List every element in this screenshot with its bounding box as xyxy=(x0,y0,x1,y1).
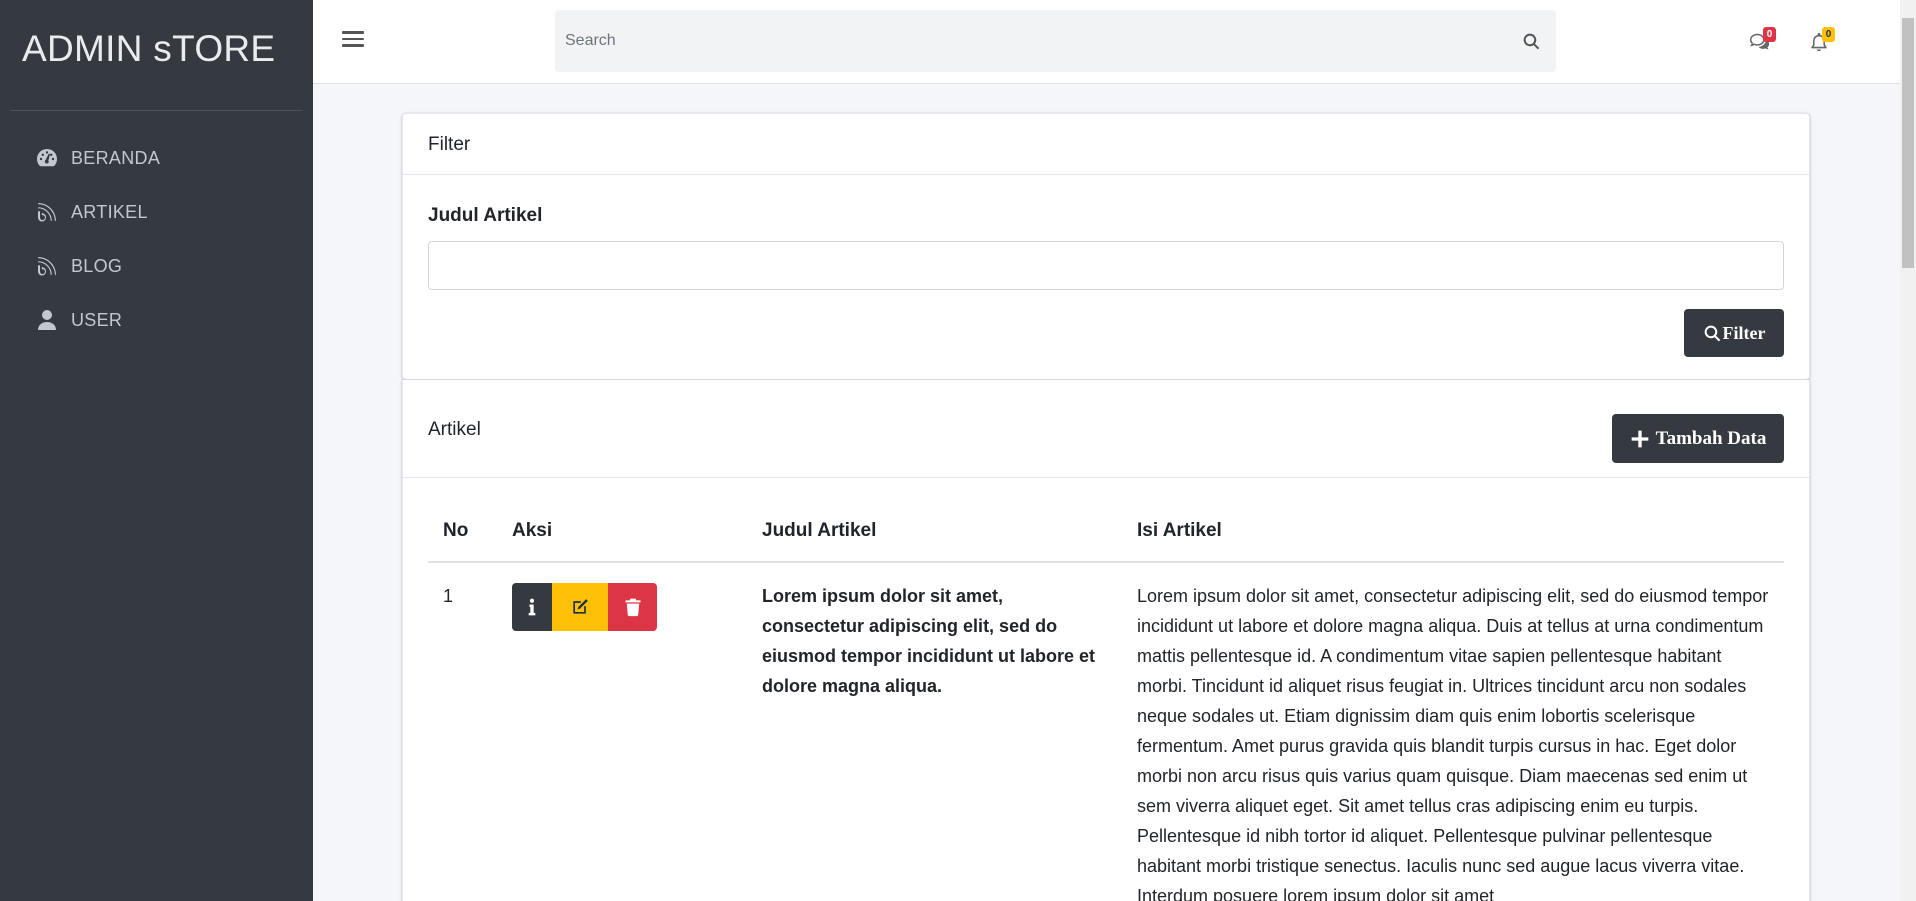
row-number: 1 xyxy=(443,586,454,606)
row-judul: Lorem ipsum dolor sit amet, consectetur … xyxy=(762,586,1096,696)
judul-artikel-input[interactable] xyxy=(428,241,1784,290)
artikel-title: Artikel xyxy=(428,419,481,440)
artikel-table: No Aksi Judul Artikel Isi Artikel 1 Lore… xyxy=(428,500,1784,901)
menu-toggle-icon[interactable] xyxy=(342,28,364,50)
search-button[interactable] xyxy=(1506,10,1556,72)
edit-button[interactable] xyxy=(552,583,608,631)
judul-artikel-label: Judul Artikel xyxy=(428,205,543,226)
column-header-isi: Isi Artikel xyxy=(1137,519,1222,541)
search-icon xyxy=(1523,33,1539,49)
column-header-no: No xyxy=(443,519,469,541)
filter-card-header: Filter xyxy=(403,114,1809,175)
filter-card: Filter Judul Artikel Filter xyxy=(402,113,1810,380)
table-row: 1 Lorem ipsum dolor sit amet, consectetu… xyxy=(428,563,1784,901)
sidebar-item-blog[interactable]: BLOG xyxy=(0,239,313,293)
brand: ADMIN sTORE xyxy=(10,0,303,111)
column-header-judul: Judul Artikel xyxy=(762,519,877,541)
artikel-card-header: Artikel Tambah Data xyxy=(403,380,1809,478)
tambah-data-button[interactable]: Tambah Data xyxy=(1612,414,1784,463)
messages-button[interactable]: 0 xyxy=(1749,27,1783,53)
topbar: 0 0 xyxy=(313,0,1900,84)
notifications-button[interactable]: 0 xyxy=(1808,27,1842,53)
blog-icon xyxy=(34,199,60,225)
sidebar-item-beranda[interactable]: BERANDA xyxy=(0,131,313,185)
sidebar-item-label: BERANDA xyxy=(71,147,161,168)
edit-icon xyxy=(573,599,588,614)
sidebar-item-label: BLOG xyxy=(71,255,123,276)
scrollbar-thumb[interactable] xyxy=(1902,18,1914,268)
tachometer-icon xyxy=(34,145,60,171)
row-actions xyxy=(497,581,747,901)
column-header-aksi: Aksi xyxy=(512,519,553,541)
table-header: No Aksi Judul Artikel Isi Artikel xyxy=(428,500,1784,563)
info-icon xyxy=(528,598,536,616)
sidebar-nav: BERANDA ARTIKEL BLOG USER xyxy=(0,111,313,347)
filter-button[interactable]: Filter xyxy=(1684,309,1784,357)
search-input[interactable] xyxy=(555,10,1506,72)
delete-button[interactable] xyxy=(608,583,657,631)
filter-button-label: Filter xyxy=(1722,322,1766,343)
notifications-badge: 0 xyxy=(1822,27,1835,42)
detail-button[interactable] xyxy=(512,583,552,631)
tambah-data-label: Tambah Data xyxy=(1655,427,1767,449)
search-icon xyxy=(1704,325,1720,341)
user-icon xyxy=(34,307,60,333)
sidebar-item-label: ARTIKEL xyxy=(71,201,148,222)
brand-title[interactable]: ADMIN sTORE xyxy=(22,28,275,69)
search-bar xyxy=(555,10,1556,72)
plus-icon xyxy=(1631,430,1648,447)
sidebar-item-artikel[interactable]: ARTIKEL xyxy=(0,185,313,239)
blog-icon xyxy=(34,253,60,279)
trash-icon xyxy=(625,598,640,617)
sidebar: ADMIN sTORE BERANDA ARTIKEL BLOG USER xyxy=(0,0,313,901)
sidebar-item-user[interactable]: USER xyxy=(0,293,313,347)
artikel-card: Artikel Tambah Data No Aksi Judul Artike… xyxy=(402,380,1810,901)
row-isi: Lorem ipsum dolor sit amet, consectetur … xyxy=(1137,586,1769,901)
sidebar-item-label: USER xyxy=(71,309,123,330)
messages-badge: 0 xyxy=(1763,27,1776,42)
